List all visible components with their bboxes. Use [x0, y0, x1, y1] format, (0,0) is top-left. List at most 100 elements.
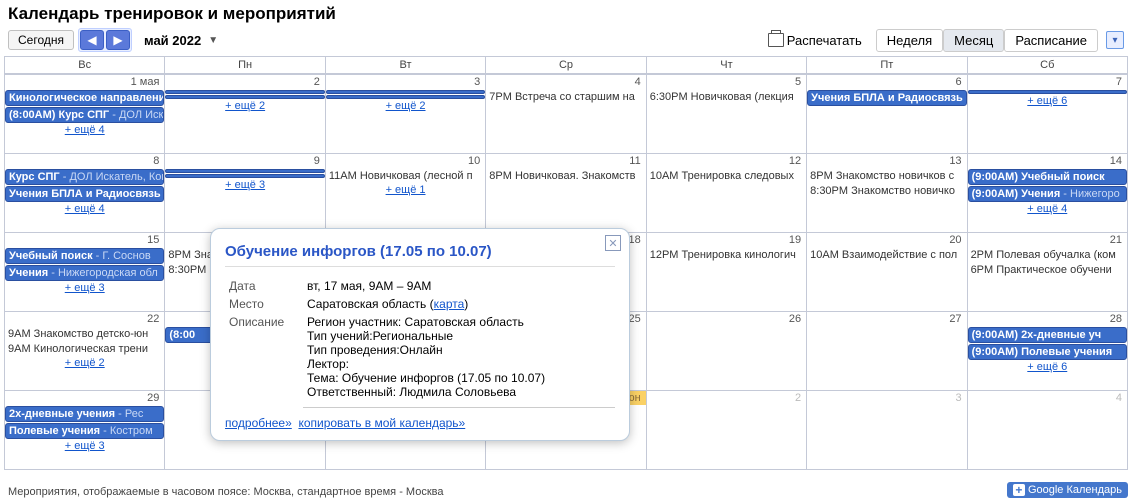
day-number: 8 [5, 154, 164, 168]
day-cell[interactable]: 47PM Встреча со старшим на [486, 75, 646, 154]
event-bar[interactable]: (8:00AM) Курс СПГ - ДОЛ Искатель, Ковров… [5, 107, 164, 123]
event-plain[interactable]: 11AM Новичковая (лесной п [326, 169, 485, 183]
event-bar[interactable]: (9:00AM) Полевые учения [968, 344, 1127, 360]
event-bar[interactable]: (9:00AM) Учебный поиск [968, 169, 1127, 185]
day-cell[interactable]: 3 + ещё 2 [326, 75, 486, 154]
event-bar[interactable] [326, 90, 485, 94]
google-calendar-button[interactable]: +Google Календарь [1007, 482, 1128, 498]
day-cell[interactable]: 7 + ещё 6 [968, 75, 1128, 154]
day-cell[interactable]: 229AM Знакомство детско-юн9AM Кинологиче… [5, 312, 165, 391]
day-cell[interactable]: 6Учения БПЛА и Радиосвязь - Самарская об… [807, 75, 967, 154]
more-link[interactable]: + ещё 3 [5, 282, 164, 294]
day-cell[interactable]: 1912PM Тренировка кинологич [647, 233, 807, 312]
day-number: 12 [647, 154, 806, 168]
tab-month[interactable]: Месяц [943, 29, 1004, 52]
day-cell[interactable]: 1210AM Тренировка следовых [647, 154, 807, 233]
popup-place-label: Место [225, 295, 303, 313]
day-number: 22 [5, 312, 164, 326]
event-plain[interactable]: 6PM Практическое обучени [968, 263, 1127, 277]
day-cell[interactable]: 2 [647, 391, 807, 470]
event-bar[interactable] [968, 90, 1127, 94]
day-cell[interactable]: 28(9:00AM) 2х-дневные уч(9:00AM) Полевые… [968, 312, 1128, 391]
day-number: 3 [807, 391, 966, 405]
event-bar[interactable]: Курс СПГ - ДОЛ Искатель, Ковровский райо… [5, 169, 164, 185]
day-cell[interactable]: 4 [968, 391, 1128, 470]
event-plain[interactable]: 12PM Тренировка кинологич [647, 248, 806, 262]
event-bar[interactable] [165, 90, 324, 94]
more-link[interactable]: + ещё 4 [968, 203, 1127, 215]
more-link[interactable]: + ещё 6 [968, 361, 1127, 373]
more-link[interactable]: + ещё 2 [165, 100, 324, 112]
tab-schedule[interactable]: Расписание [1004, 29, 1098, 52]
copy-link[interactable]: копировать в мой календарь» [298, 416, 465, 430]
event-plain[interactable]: 6:30PM Новичковая (лекция [647, 90, 806, 104]
day-cell[interactable]: 14(9:00AM) Учебный поиск(9:00AM) Учения … [968, 154, 1128, 233]
print-icon [768, 33, 784, 47]
prev-button[interactable]: ◀ [80, 30, 104, 50]
day-cell[interactable]: 8Курс СПГ - ДОЛ Искатель, Ковровский рай… [5, 154, 165, 233]
more-link[interactable]: + ещё 2 [5, 357, 164, 369]
event-plain[interactable]: 9AM Знакомство детско-юн [5, 327, 164, 341]
event-bar[interactable]: Учения - Нижегородская обл [5, 265, 164, 281]
more-link[interactable]: + ещё 3 [165, 179, 324, 191]
day-number: 29 [5, 391, 164, 405]
day-cell[interactable]: 212PM Полевая обучалка (ком6PM Практичес… [968, 233, 1128, 312]
map-link[interactable]: карта [434, 297, 465, 311]
day-cell[interactable]: 9 + ещё 3 [165, 154, 325, 233]
day-number: 21 [968, 233, 1127, 247]
next-button[interactable]: ▶ [106, 30, 130, 50]
event-bar[interactable] [165, 95, 324, 99]
day-cell[interactable]: 2010AM Взаимодействие с пол [807, 233, 967, 312]
day-number: 2 [165, 75, 324, 89]
day-cell[interactable]: 15Учебный поиск - Г. СосновУчения - Ниже… [5, 233, 165, 312]
dow-header: Пн [165, 57, 325, 74]
event-bar[interactable]: (9:00AM) Учения - Нижегоро [968, 186, 1127, 202]
event-bar[interactable]: (9:00AM) 2х-дневные уч [968, 327, 1127, 343]
day-number: 26 [647, 312, 806, 326]
day-cell[interactable]: 27 [807, 312, 967, 391]
event-bar[interactable] [165, 169, 324, 173]
event-bar[interactable] [165, 174, 324, 178]
details-link[interactable]: подробнее» [225, 416, 292, 430]
event-plain[interactable]: 10AM Тренировка следовых [647, 169, 806, 183]
event-plain[interactable]: 9AM Кинологическая трени [5, 342, 164, 356]
event-bar[interactable]: Кинологическое направление - Калужская о… [5, 90, 164, 106]
event-bar[interactable]: Учебный поиск - Г. Соснов [5, 248, 164, 264]
event-bar[interactable]: Учения БПЛА и Радиосвязь - Самарская обл… [5, 186, 164, 202]
day-cell[interactable]: 26 [647, 312, 807, 391]
event-bar[interactable]: 2х-дневные учения - Рес [5, 406, 164, 422]
day-cell[interactable]: 1 маяКинологическое направление - Калужс… [5, 75, 165, 154]
event-plain[interactable]: 10AM Взаимодействие с пол [807, 248, 966, 262]
month-label: май 2022 [144, 33, 201, 48]
day-cell[interactable]: 1011AM Новичковая (лесной п+ ещё 1 [326, 154, 486, 233]
day-cell[interactable]: 56:30PM Новичковая (лекция [647, 75, 807, 154]
event-plain[interactable]: 7PM Встреча со старшим на [486, 90, 645, 104]
popup-title: Обучение инфоргов (17.05 по 10.07) [225, 243, 615, 267]
more-link[interactable]: + ещё 4 [5, 124, 164, 136]
event-bar[interactable]: Учения БПЛА и Радиосвязь - Самарская обл… [807, 90, 966, 106]
day-cell[interactable]: 2 + ещё 2 [165, 75, 325, 154]
day-cell[interactable]: 138PM Знакомство новичков с8:30PM Знаком… [807, 154, 967, 233]
tab-week[interactable]: Неделя [876, 29, 943, 52]
day-cell[interactable]: 118PM Новичковая. Знакомств [486, 154, 646, 233]
day-cell[interactable]: 292х-дневные учения - РесПолевые учения … [5, 391, 165, 470]
more-link[interactable]: + ещё 1 [326, 184, 485, 196]
day-number: 19 [647, 233, 806, 247]
month-dropdown-icon[interactable]: ▼ [208, 35, 218, 46]
settings-dropdown[interactable] [1106, 31, 1124, 49]
event-bar[interactable]: Полевые учения - Костром [5, 423, 164, 439]
day-cell[interactable]: 3 [807, 391, 967, 470]
print-button[interactable]: Распечатать [758, 30, 872, 51]
event-plain[interactable]: 8:30PM Знакомство новичко [807, 184, 966, 198]
today-button[interactable]: Сегодня [8, 30, 74, 50]
more-link[interactable]: + ещё 2 [326, 100, 485, 112]
close-icon[interactable]: ✕ [605, 235, 621, 251]
event-popup: ✕ Обучение инфоргов (17.05 по 10.07) Дат… [210, 228, 630, 441]
event-plain[interactable]: 2PM Полевая обучалка (ком [968, 248, 1127, 262]
more-link[interactable]: + ещё 3 [5, 440, 164, 452]
event-bar[interactable] [326, 95, 485, 99]
event-plain[interactable]: 8PM Новичковая. Знакомств [486, 169, 645, 183]
event-plain[interactable]: 8PM Знакомство новичков с [807, 169, 966, 183]
more-link[interactable]: + ещё 6 [968, 95, 1127, 107]
more-link[interactable]: + ещё 4 [5, 203, 164, 215]
